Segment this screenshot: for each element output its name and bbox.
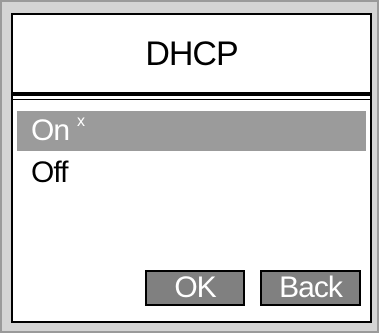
device-frame: DHCP On x Off OK Back [0,0,379,333]
title-divider-thin [13,99,370,100]
option-on[interactable]: On x [17,111,366,151]
back-button[interactable]: Back [260,270,361,306]
option-on-label: On [31,114,70,147]
title-divider [13,92,370,96]
ok-button[interactable]: OK [145,270,245,306]
page-title: DHCP [145,34,238,73]
selected-marker-icon: x [77,113,85,130]
option-off[interactable]: Off [17,153,366,193]
option-off-label: Off [31,156,68,189]
lcd-screen: DHCP On x Off OK Back [11,13,372,323]
